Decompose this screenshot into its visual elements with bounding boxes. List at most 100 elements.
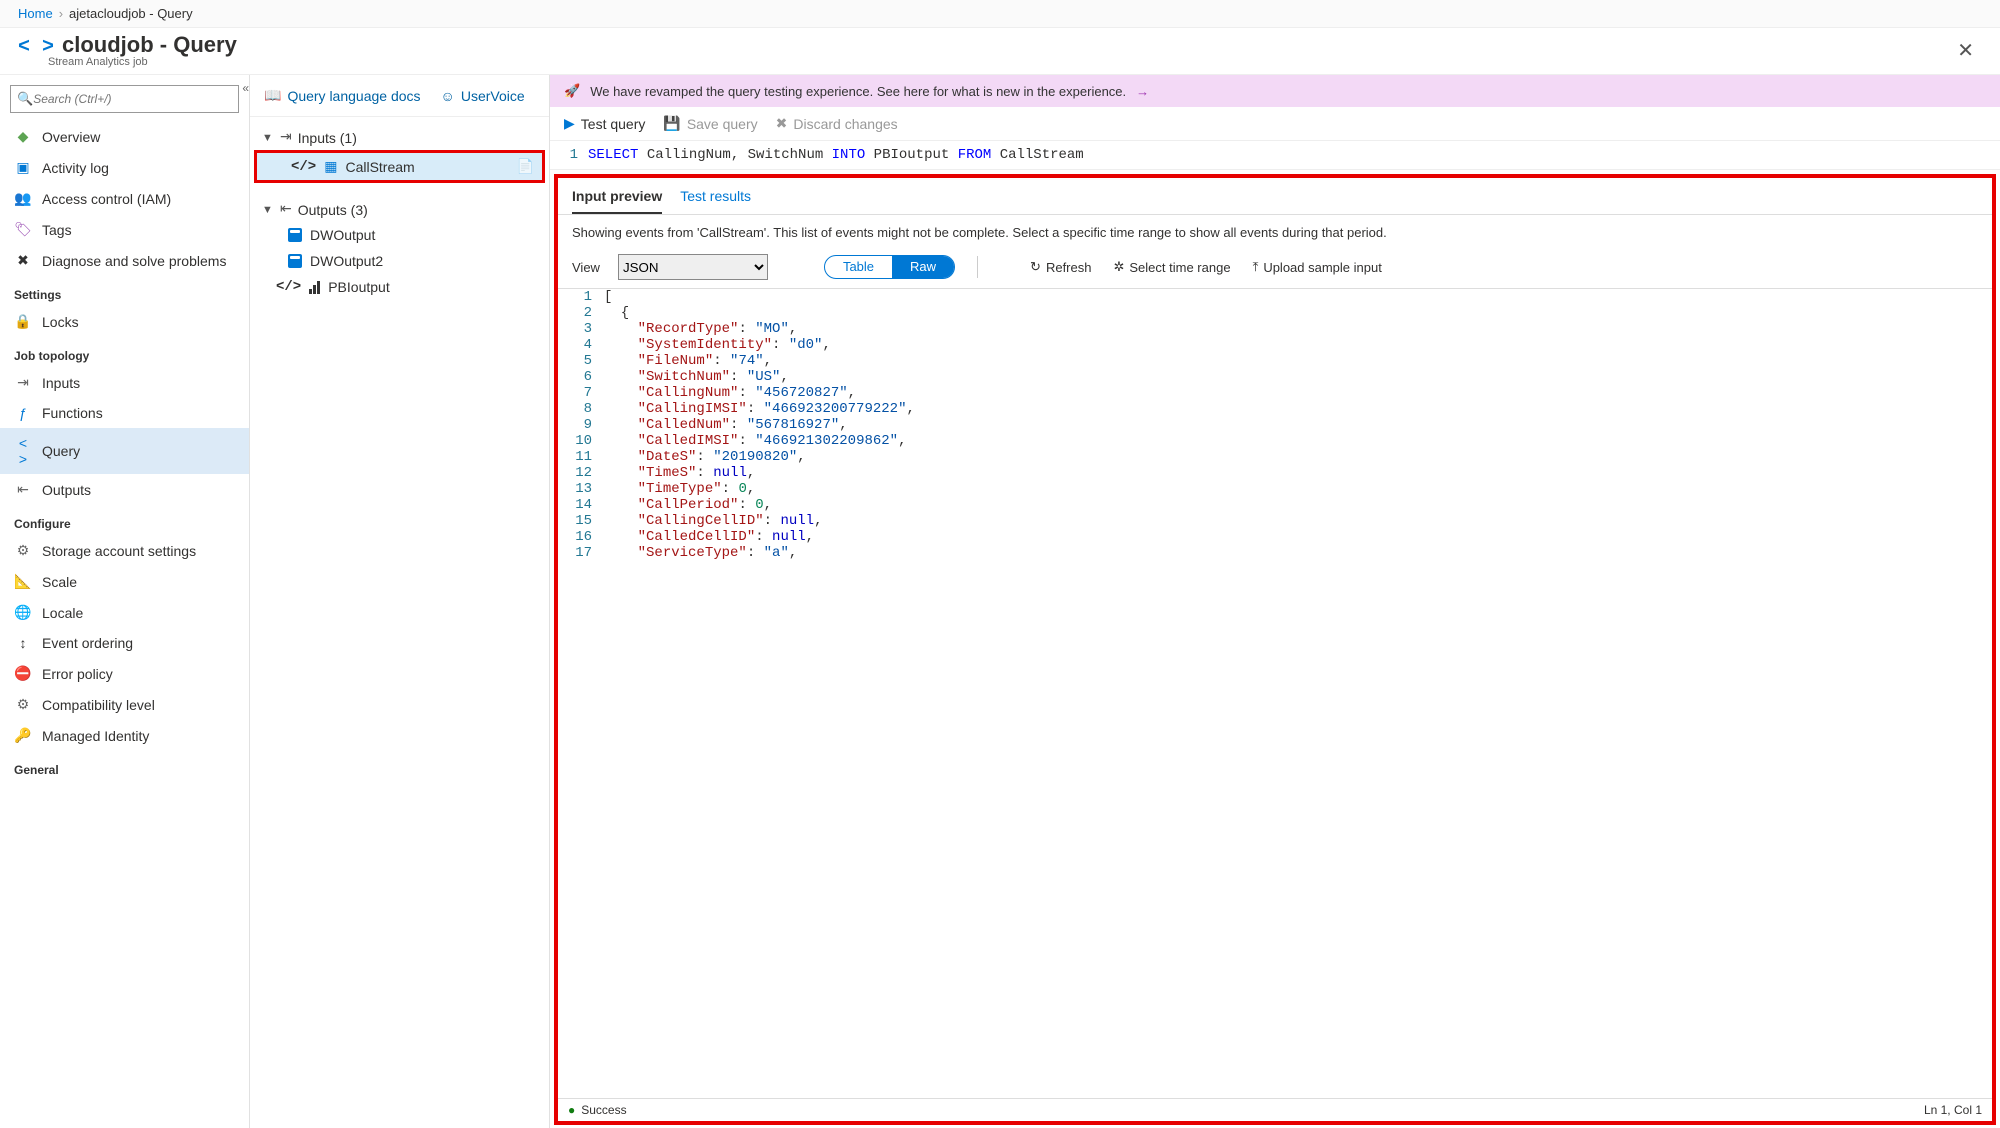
json-line: 2 { bbox=[558, 305, 1992, 321]
outputs-group[interactable]: ▼ ⇤ Outputs (3) bbox=[254, 197, 545, 222]
output-item-pbioutput[interactable]: </> PBIoutput bbox=[254, 274, 545, 300]
breadcrumb-current: ajetacloudjob - Query bbox=[69, 6, 193, 21]
query-code[interactable]: SELECT CallingNum, SwitchNum INTO PBIout… bbox=[588, 147, 1084, 163]
sidebar-item-overview[interactable]: ◆Overview bbox=[0, 121, 249, 152]
nav-icon: ⚙ bbox=[14, 696, 32, 713]
cursor-position: Ln 1, Col 1 bbox=[1924, 1103, 1982, 1117]
json-line: 10 "CalledIMSI": "466921302209862", bbox=[558, 433, 1992, 449]
breadcrumb-home[interactable]: Home bbox=[18, 6, 53, 21]
json-line: 15 "CallingCellID": null, bbox=[558, 513, 1992, 529]
sidebar-item-error-policy[interactable]: ⛔Error policy bbox=[0, 658, 249, 689]
nav-icon: < > bbox=[14, 435, 32, 467]
output-item-dwoutput2[interactable]: DWOutput2 bbox=[254, 248, 545, 274]
nav-section-general: General bbox=[0, 751, 249, 781]
status-text: Success bbox=[581, 1103, 626, 1117]
toggle-raw[interactable]: Raw bbox=[892, 256, 954, 278]
sidebar-item-locks[interactable]: 🔒Locks bbox=[0, 306, 249, 337]
outputs-group-label: Outputs (3) bbox=[298, 202, 368, 218]
output-item-label: DWOutput bbox=[310, 227, 375, 243]
sidebar-item-access-control-iam-[interactable]: 👥Access control (IAM) bbox=[0, 183, 249, 214]
success-icon: ● bbox=[568, 1103, 575, 1117]
nav-icon: ⇤ bbox=[14, 481, 32, 498]
upload-sample-button[interactable]: ⤒Upload sample input bbox=[1253, 259, 1382, 275]
sidebar-item-event-ordering[interactable]: ↕Event ordering bbox=[0, 628, 249, 658]
sidebar-item-scale[interactable]: 📐Scale bbox=[0, 566, 249, 597]
tab-test-results[interactable]: Test results bbox=[680, 188, 751, 214]
line-number: 13 bbox=[558, 481, 604, 497]
nav-label: Error policy bbox=[42, 666, 113, 682]
json-viewer[interactable]: 1[2 {3 "RecordType": "MO",4 "SystemIdent… bbox=[558, 288, 1992, 1098]
line-number: 12 bbox=[558, 465, 604, 481]
view-format-select[interactable]: JSON bbox=[618, 254, 768, 280]
page-title: cloudjob - Query bbox=[62, 32, 237, 58]
json-line: 17 "ServiceType": "a", bbox=[558, 545, 1992, 561]
nav-icon: ↕ bbox=[14, 635, 32, 651]
json-line: 12 "TimeS": null, bbox=[558, 465, 1992, 481]
preview-controls: View JSON Table Raw ↻Refresh ✲Select tim… bbox=[558, 250, 1992, 288]
json-line: 6 "SwitchNum": "US", bbox=[558, 369, 1992, 385]
sidebar-item-diagnose-and-solve-problems[interactable]: ✖Diagnose and solve problems bbox=[0, 245, 249, 276]
line-number: 5 bbox=[558, 353, 604, 369]
sidebar: « 🔍 ◆Overview▣Activity log👥Access contro… bbox=[0, 75, 250, 1128]
sidebar-item-outputs[interactable]: ⇤Outputs bbox=[0, 474, 249, 505]
sidebar-item-activity-log[interactable]: ▣Activity log bbox=[0, 152, 249, 183]
discard-icon: ✖ bbox=[776, 115, 788, 132]
line-number: 14 bbox=[558, 497, 604, 513]
tab-input-preview[interactable]: Input preview bbox=[572, 188, 662, 214]
inputs-group[interactable]: ▼ ⇥ Inputs (1) bbox=[254, 125, 545, 150]
preview-info: Showing events from 'CallStream'. This l… bbox=[558, 215, 1992, 250]
sidebar-item-locale[interactable]: 🌐Locale bbox=[0, 597, 249, 628]
json-line: 4 "SystemIdentity": "d0", bbox=[558, 337, 1992, 353]
query-editor[interactable]: 1 SELECT CallingNum, SwitchNum INTO PBIo… bbox=[550, 141, 2000, 170]
gear-icon: ✲ bbox=[1113, 259, 1124, 275]
search-box[interactable]: 🔍 bbox=[10, 85, 239, 113]
close-icon[interactable]: ✕ bbox=[1949, 34, 1982, 67]
line-number: 3 bbox=[558, 321, 604, 337]
collapse-sidebar-icon[interactable]: « bbox=[240, 79, 251, 97]
nav-section-configure: Configure bbox=[0, 505, 249, 535]
select-time-range-button[interactable]: ✲Select time range bbox=[1113, 259, 1230, 275]
eventhub-icon: ▦ bbox=[324, 158, 337, 175]
output-item-dwoutput[interactable]: DWOutput bbox=[254, 222, 545, 248]
nav-label: Diagnose and solve problems bbox=[42, 253, 226, 269]
nav-icon: 🔒 bbox=[14, 313, 32, 330]
sidebar-item-query[interactable]: < > Query bbox=[0, 428, 249, 474]
search-input[interactable] bbox=[33, 92, 232, 106]
nav-icon: ▣ bbox=[14, 159, 32, 176]
preview-tabs: Input preview Test results bbox=[558, 178, 1992, 215]
line-number: 1 bbox=[558, 289, 604, 305]
nav-label: Access control (IAM) bbox=[42, 191, 171, 207]
line-number: 16 bbox=[558, 529, 604, 545]
input-item-callstream[interactable]: </> ▦ CallStream 📄 bbox=[257, 153, 542, 180]
powerbi-icon bbox=[309, 280, 320, 294]
nav-icon: ⚙ bbox=[14, 542, 32, 559]
nav-label: Query bbox=[42, 443, 80, 459]
arrow-right-icon[interactable]: → bbox=[1136, 84, 1149, 99]
caret-down-icon: ▼ bbox=[262, 132, 274, 144]
view-mode-toggle[interactable]: Table Raw bbox=[824, 255, 955, 279]
query-toolbar: ▶Test query 💾Save query ✖Discard changes bbox=[550, 107, 2000, 141]
query-language-docs-link[interactable]: 📖Query language docs bbox=[264, 87, 421, 104]
input-item-label: CallStream bbox=[345, 159, 414, 175]
json-line: 1[ bbox=[558, 289, 1992, 305]
input-group-icon: ⇥ bbox=[280, 129, 292, 146]
json-line: 13 "TimeType": 0, bbox=[558, 481, 1992, 497]
sidebar-item-functions[interactable]: ƒFunctions bbox=[0, 398, 249, 428]
line-number: 2 bbox=[558, 305, 604, 321]
line-number: 7 bbox=[558, 385, 604, 401]
discard-changes-button[interactable]: ✖Discard changes bbox=[776, 115, 898, 132]
sidebar-item-storage-account-settings[interactable]: ⚙Storage account settings bbox=[0, 535, 249, 566]
sidebar-item-tags[interactable]: 🏷Tags bbox=[0, 214, 249, 245]
save-query-button[interactable]: 💾Save query bbox=[663, 115, 757, 132]
uservoice-link[interactable]: ☺UserVoice bbox=[441, 87, 525, 104]
test-query-button[interactable]: ▶Test query bbox=[564, 115, 645, 132]
sidebar-item-inputs[interactable]: ⇥Inputs bbox=[0, 367, 249, 398]
view-label: View bbox=[572, 260, 600, 275]
sidebar-item-managed-identity[interactable]: 🔑Managed Identity bbox=[0, 720, 249, 751]
sidebar-item-compatibility-level[interactable]: ⚙Compatibility level bbox=[0, 689, 249, 720]
toggle-table[interactable]: Table bbox=[825, 256, 892, 278]
nav-icon: ƒ bbox=[14, 405, 32, 421]
header: < > cloudjob - Query Stream Analytics jo… bbox=[0, 28, 2000, 75]
refresh-button[interactable]: ↻Refresh bbox=[1030, 259, 1091, 275]
document-icon[interactable]: 📄 bbox=[517, 158, 534, 175]
